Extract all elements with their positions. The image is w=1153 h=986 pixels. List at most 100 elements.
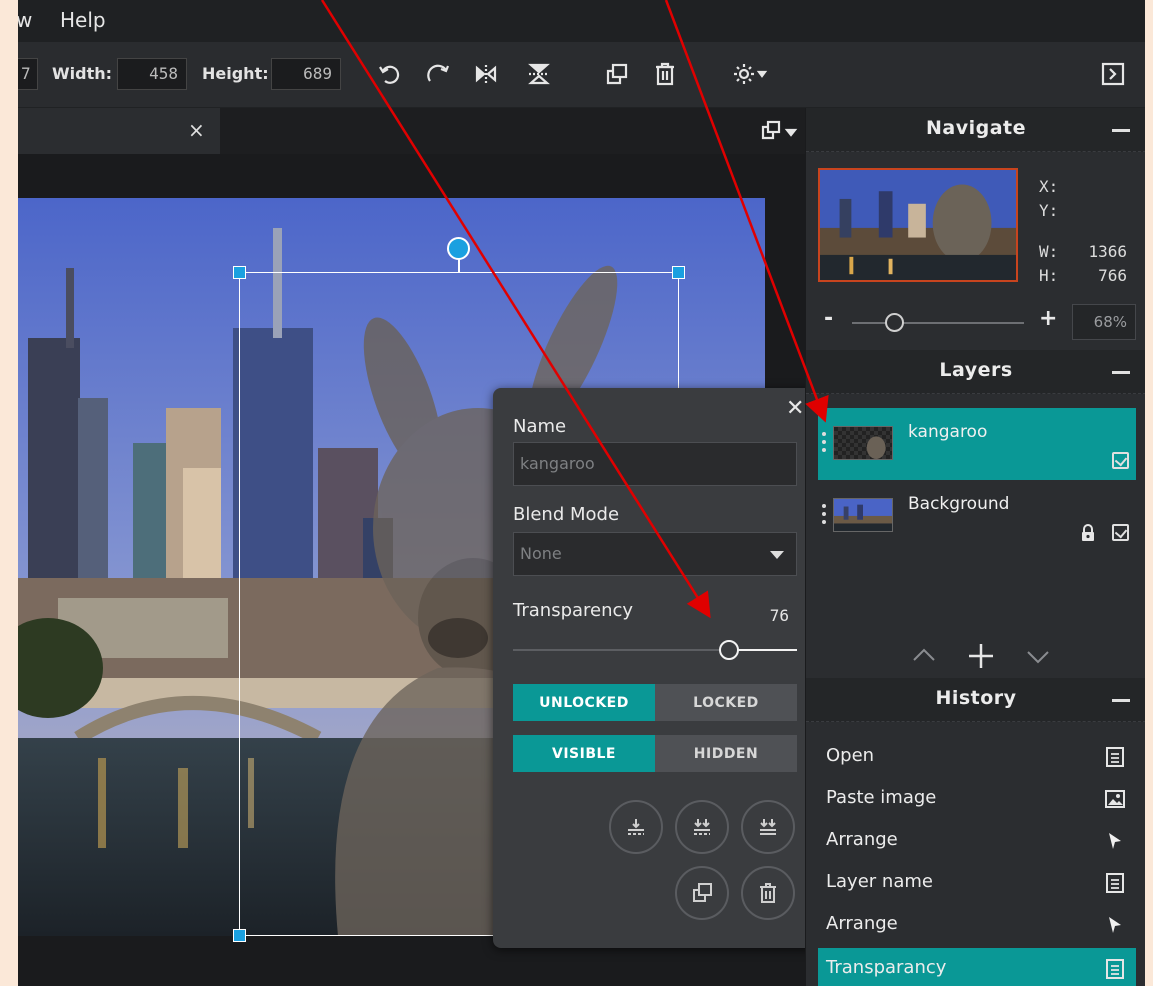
menu-view[interactable]: w <box>18 8 32 32</box>
duplicate-icon[interactable] <box>600 56 634 92</box>
nav-w-value: 1366 <box>1088 242 1127 261</box>
window-layout-icon[interactable] <box>760 118 800 146</box>
layers-panel-header: Layers <box>806 350 1145 394</box>
visibility-toggle: VISIBLE HIDDEN <box>513 735 797 772</box>
pointer-icon <box>1109 833 1121 849</box>
visible-button[interactable]: VISIBLE <box>513 735 655 772</box>
history-item-label: Arrange <box>826 913 898 934</box>
rotation-handle[interactable] <box>447 237 470 260</box>
layer-thumbnail <box>833 426 893 460</box>
nav-x-label: X: <box>1039 177 1059 196</box>
zoom-level-field[interactable]: 68% <box>1072 304 1136 340</box>
lock-icon[interactable] <box>1080 524 1096 542</box>
nav-y-readout: Y: <box>1039 201 1058 220</box>
transparency-slider-thumb[interactable] <box>718 640 739 660</box>
history-item[interactable]: Arrange <box>818 904 1136 946</box>
hidden-button[interactable]: HIDDEN <box>655 735 797 772</box>
merge-visible-icon <box>694 819 710 835</box>
navigator-thumbnail[interactable] <box>818 168 1018 282</box>
layer-visibility-checkbox[interactable] <box>1112 524 1129 541</box>
photo-editor-app: w Help 7 Width: 458 Height: 689 × ✕ Name… <box>18 0 1145 986</box>
history-item[interactable]: Arrange <box>818 820 1136 862</box>
zoom-in-button[interactable]: + <box>1039 306 1057 331</box>
flip-vertical-icon[interactable] <box>522 56 556 92</box>
flatten-image-button[interactable] <box>741 800 795 854</box>
width-field[interactable]: 458 <box>117 58 187 90</box>
blend-mode-label: Blend Mode <box>513 504 620 525</box>
layer-name: kangaroo <box>908 422 988 442</box>
minimize-history-icon[interactable] <box>1112 699 1130 702</box>
history-item-active[interactable]: Transparancy <box>818 948 1136 986</box>
navigate-panel-header: Navigate <box>806 108 1145 152</box>
layer-visibility-checkbox[interactable] <box>1112 452 1129 469</box>
history-title: History <box>935 687 1017 709</box>
document-tab[interactable]: × <box>18 108 220 154</box>
nav-w-readout: W: 1366 <box>1039 242 1127 261</box>
zoom-out-button[interactable]: - <box>824 306 833 331</box>
document-icon <box>1106 959 1124 979</box>
layer-row-background[interactable]: Background <box>818 480 1136 552</box>
nav-h-readout: H: 766 <box>1039 266 1127 285</box>
resize-handle-bottom-left[interactable] <box>233 929 246 942</box>
duplicate-layer-button[interactable] <box>675 866 729 920</box>
height-field[interactable]: 689 <box>271 58 341 90</box>
resize-handle-top-right[interactable] <box>672 266 685 279</box>
layer-order-icons[interactable] <box>906 636 1056 676</box>
locked-button[interactable]: LOCKED <box>655 684 797 721</box>
minimize-layers-icon[interactable] <box>1112 371 1130 374</box>
zoom-slider-thumb[interactable] <box>885 313 904 332</box>
flip-horizontal-icon[interactable] <box>469 56 503 92</box>
rotate-right-icon[interactable] <box>422 56 456 92</box>
transparency-label: Transparency <box>513 600 634 621</box>
layer-row-kangaroo[interactable]: kangaroo <box>818 408 1136 480</box>
zoom-slider-track[interactable] <box>852 322 1024 324</box>
merge-visible-button[interactable] <box>675 800 729 854</box>
merge-down-icon <box>628 819 644 835</box>
right-panel: Navigate X: Y: W: 1366 H: 766 - + 68% La… <box>805 108 1145 986</box>
rotate-left-icon[interactable] <box>373 56 407 92</box>
layer-actions <box>906 636 1056 676</box>
blend-mode-select[interactable]: None <box>513 532 797 576</box>
history-item[interactable]: Layer name <box>818 862 1136 904</box>
history-item-label: Paste image <box>826 787 937 808</box>
delete-icon[interactable] <box>648 56 682 92</box>
layers-title: Layers <box>939 359 1013 381</box>
menu-help[interactable]: Help <box>60 8 106 32</box>
menubar: w Help <box>18 0 1145 42</box>
history-item[interactable]: Paste image <box>818 778 1136 820</box>
transparency-slider-fill <box>728 649 797 651</box>
nav-x-readout: X: <box>1039 177 1058 196</box>
delete-layer-button[interactable] <box>741 866 795 920</box>
unlocked-button[interactable]: UNLOCKED <box>513 684 655 721</box>
merge-down-button[interactable] <box>609 800 663 854</box>
document-icon <box>1106 747 1124 767</box>
minimize-navigate-icon[interactable] <box>1112 129 1130 132</box>
width-label: Width: <box>52 64 113 83</box>
toolbar: 7 Width: 458 Height: 689 <box>18 42 1145 108</box>
nav-w-label: W: <box>1039 242 1059 261</box>
resize-handle-top-left[interactable] <box>233 266 246 279</box>
x-position-field[interactable]: 7 <box>18 58 38 90</box>
nav-y-label: Y: <box>1039 201 1059 220</box>
close-tab-icon[interactable]: × <box>188 118 205 142</box>
close-popup-icon[interactable]: ✕ <box>786 396 804 421</box>
layer-name: Background <box>908 494 1010 514</box>
layer-thumbnail <box>833 498 893 532</box>
layer-properties-popup: ✕ Name kangaroo Blend Mode None Transpar… <box>493 388 817 948</box>
expand-panel-icon[interactable] <box>1096 56 1130 92</box>
settings-icon[interactable] <box>726 56 774 92</box>
history-item-label: Layer name <box>826 871 933 892</box>
layer-name-input[interactable]: kangaroo <box>513 442 797 486</box>
nav-h-label: H: <box>1039 266 1059 285</box>
height-label: Height: <box>202 64 269 83</box>
image-icon <box>1105 790 1125 808</box>
drag-handle-icon[interactable] <box>822 432 826 452</box>
transparency-value: 76 <box>769 606 789 625</box>
history-item[interactable]: Open <box>818 736 1136 778</box>
drag-handle-icon[interactable] <box>822 504 826 524</box>
trash-icon <box>760 883 776 903</box>
name-label: Name <box>513 416 567 437</box>
canvas-area[interactable]: ✕ Name kangaroo Blend Mode None Transpar… <box>18 154 817 986</box>
transparency-slider-track[interactable] <box>513 649 797 651</box>
navigate-title: Navigate <box>925 117 1026 139</box>
